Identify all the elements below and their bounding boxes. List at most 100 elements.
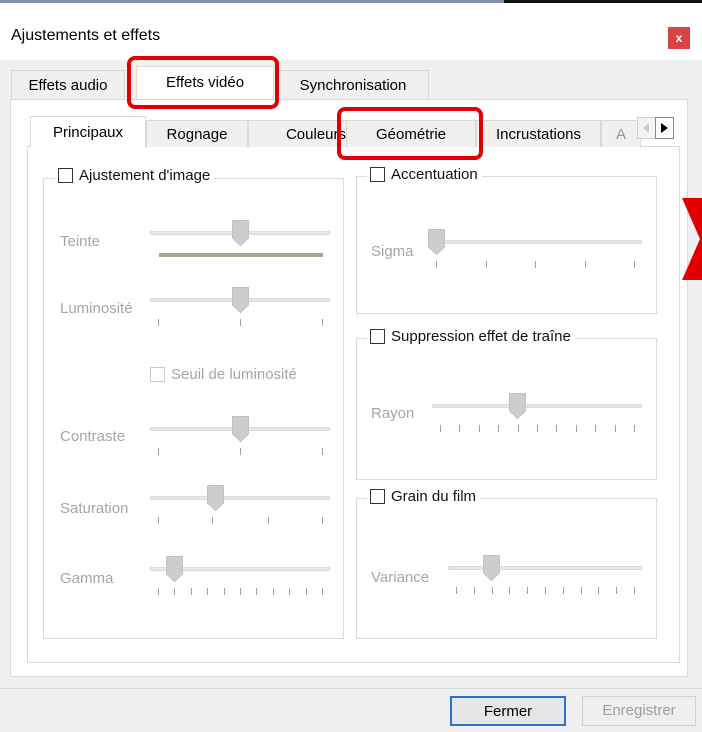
tab-effets-audio[interactable]: Effets audio [11, 70, 125, 100]
variance-slider-thumb[interactable] [483, 555, 501, 582]
rayon-tick [517, 425, 519, 432]
rayon-slider-track[interactable] [432, 404, 642, 408]
arrow-indicator-icon [682, 198, 702, 280]
sigma-tick [584, 261, 586, 268]
variance-tick [616, 587, 618, 594]
saturation-label: Saturation [60, 500, 129, 517]
variance-tick [491, 587, 493, 594]
dialog-window: Ajustements et effets x Effets audio Eff… [0, 0, 702, 732]
rayon-tick [575, 425, 577, 432]
gamma-tick [272, 588, 274, 595]
window-title: Ajustements et effets [11, 27, 161, 44]
variance-tick [545, 587, 546, 594]
sigma-tick [485, 261, 487, 268]
grain-checkbox[interactable] [370, 489, 385, 504]
gamma-tick [305, 588, 307, 595]
gamma-tick [223, 588, 225, 595]
tab-rognage[interactable]: Rognage [146, 120, 248, 147]
title-bar: Ajustements et effets x [0, 0, 702, 60]
rayon-tick [498, 425, 500, 432]
trainee-label: Suppression effet de traîne [391, 328, 571, 345]
threshold-label: Seuil de luminosité [171, 366, 297, 383]
variance-tick [598, 587, 600, 594]
rayon-tick [459, 425, 461, 432]
sigma-label: Sigma [371, 243, 414, 260]
threshold-checkbox[interactable] [150, 367, 165, 382]
image-adjust-checkbox[interactable] [58, 168, 73, 183]
gamma-tick [240, 588, 241, 595]
tab-principaux[interactable]: Principaux [30, 116, 146, 147]
variance-tick [580, 587, 582, 594]
gamma-tick [322, 588, 323, 595]
trainee-checkbox[interactable] [370, 329, 385, 344]
gamma-label: Gamma [60, 570, 114, 587]
gamma-tick [207, 588, 209, 595]
contraste-label: Contraste [60, 428, 126, 445]
tab-scroll-arrows[interactable] [637, 117, 674, 139]
image-adjust-legend[interactable]: Ajustement d'image [55, 167, 215, 184]
trainee-legend[interactable]: Suppression effet de traîne [367, 328, 575, 345]
gamma-tick [190, 588, 192, 595]
image-adjust-label: Ajustement d'image [79, 167, 211, 184]
highlight-geometrie [337, 107, 483, 160]
tab-partial[interactable]: A [601, 120, 641, 147]
variance-tick [509, 587, 511, 594]
close-button[interactable]: Fermer [450, 696, 566, 726]
rayon-tick [595, 425, 597, 432]
variance-slider-track[interactable] [448, 566, 642, 570]
threshold-option[interactable]: Seuil de luminosité [150, 366, 297, 383]
gamma-tick [174, 588, 176, 595]
rayon-tick [537, 425, 538, 432]
variance-label: Variance [371, 569, 430, 586]
luminosite-tick [240, 319, 241, 326]
hue-gradient-bar [159, 253, 323, 257]
accentuation-legend[interactable]: Accentuation [367, 166, 482, 183]
highlight-effets-video [127, 56, 279, 109]
variance-tick [634, 587, 635, 594]
luminosite-tick [158, 319, 159, 326]
saturation-tick [322, 517, 323, 524]
accentuation-checkbox[interactable] [370, 167, 385, 182]
accentuation-label: Accentuation [391, 166, 478, 183]
rayon-tick [478, 425, 480, 432]
grain-label: Grain du film [391, 488, 477, 505]
rayon-label: Rayon [371, 405, 415, 422]
contraste-tick [240, 448, 241, 455]
sigma-slider-thumb[interactable] [428, 229, 445, 256]
gamma-tick [158, 588, 159, 595]
saturation-tick [267, 517, 269, 524]
tab-synchronisation[interactable]: Synchronisation [277, 70, 429, 100]
contraste-tick [322, 448, 323, 455]
rayon-tick [634, 425, 635, 432]
sigma-tick [634, 261, 635, 268]
rayon-tick [556, 425, 558, 432]
rayon-tick [614, 425, 616, 432]
save-button[interactable]: Enregistrer [582, 696, 696, 726]
top-border-dark [504, 0, 702, 3]
grain-legend[interactable]: Grain du film [367, 488, 481, 505]
saturation-slider-thumb[interactable] [207, 485, 225, 512]
variance-tick [456, 587, 457, 594]
gamma-tick [289, 588, 291, 595]
rayon-slider-thumb[interactable] [509, 393, 527, 420]
variance-tick [527, 587, 529, 594]
rayon-tick [440, 425, 441, 432]
gamma-slider-thumb[interactable] [166, 556, 184, 583]
sigma-tick [436, 261, 437, 268]
gamma-tick [256, 588, 258, 595]
luminosite-tick [322, 319, 323, 326]
close-icon[interactable]: x [668, 27, 690, 49]
variance-tick [473, 587, 475, 594]
tab-incrustations[interactable]: Incrustations [476, 120, 601, 147]
teinte-slider-thumb[interactable] [231, 220, 249, 247]
teinte-label: Teinte [60, 233, 101, 250]
contraste-slider-thumb[interactable] [231, 416, 249, 443]
contraste-tick [158, 448, 159, 455]
variance-tick [562, 587, 564, 594]
saturation-slider-track[interactable] [150, 496, 330, 500]
luminosite-label: Luminosité [60, 300, 133, 317]
sigma-slider-track[interactable] [428, 240, 642, 244]
luminosite-slider-thumb[interactable] [231, 287, 249, 314]
sigma-tick [535, 261, 536, 268]
top-border [0, 0, 504, 3]
